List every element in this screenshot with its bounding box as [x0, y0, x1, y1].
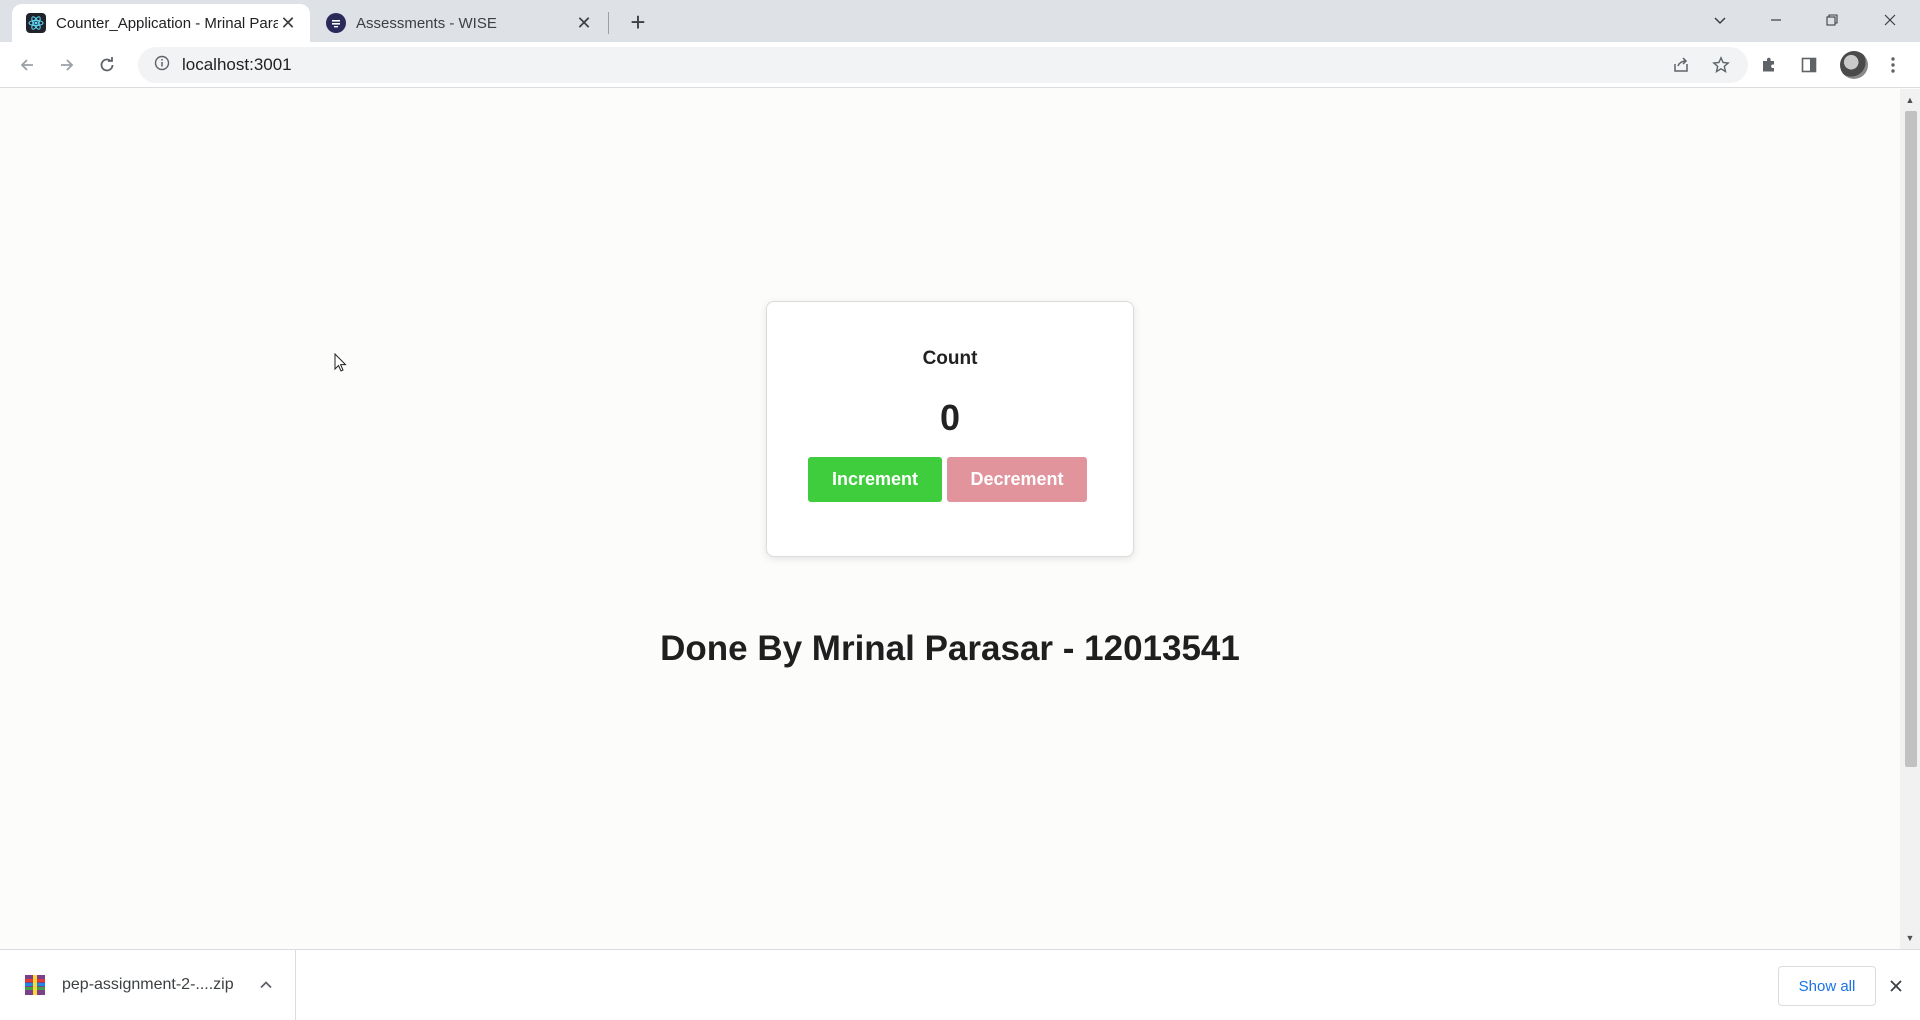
new-tab-button[interactable]: + — [624, 8, 652, 36]
show-all-button[interactable]: Show all — [1778, 966, 1876, 1006]
vertical-scrollbar[interactable]: ▲ ▼ — [1900, 89, 1920, 949]
chevron-up-icon[interactable] — [251, 970, 281, 1000]
profile-avatar[interactable] — [1840, 51, 1868, 79]
credit-heading: Done By Mrinal Parasar - 12013541 — [660, 629, 1240, 668]
extensions-puzzle-icon[interactable] — [1754, 50, 1784, 80]
share-icon[interactable] — [1666, 50, 1696, 80]
side-panel-icon[interactable] — [1794, 50, 1824, 80]
forward-arrow-icon[interactable] — [52, 50, 82, 80]
mouse-cursor-icon — [334, 352, 348, 378]
tab-title: Counter_Application - Mrinal Parasar — [56, 14, 278, 32]
tab-search-icon[interactable] — [1700, 4, 1740, 36]
increment-button[interactable]: Increment — [808, 457, 942, 502]
count-value: 0 — [939, 397, 961, 438]
browser-toolbar: localhost:3001 — [0, 42, 1920, 88]
back-arrow-icon[interactable] — [12, 50, 42, 80]
restore-icon[interactable] — [1812, 4, 1852, 36]
tab-counter-application[interactable]: Counter_Application - Mrinal Parasar ✕ — [12, 4, 310, 42]
wise-icon — [326, 13, 346, 33]
tab-strip: Counter_Application - Mrinal Parasar ✕ A… — [0, 0, 1920, 42]
close-icon[interactable]: ✕ — [278, 13, 298, 33]
decrement-button[interactable]: Decrement — [947, 457, 1087, 502]
react-icon — [26, 13, 46, 33]
tab-assessments-wise[interactable]: Assessments - WISE ✕ — [312, 4, 606, 42]
count-label: Count — [922, 348, 978, 369]
scroll-up-icon[interactable]: ▲ — [1904, 95, 1916, 105]
download-file-name: pep-assignment-2-....zip — [62, 976, 234, 993]
url-text: localhost:3001 — [182, 55, 292, 74]
address-bar[interactable]: localhost:3001 — [138, 47, 1748, 83]
close-window-icon[interactable] — [1870, 4, 1910, 36]
scroll-thumb[interactable] — [1905, 111, 1917, 767]
reload-icon[interactable] — [92, 50, 122, 80]
menu-kebab-icon[interactable] — [1878, 50, 1908, 80]
scroll-down-icon[interactable]: ▼ — [1904, 933, 1916, 943]
download-item[interactable]: pep-assignment-2-....zip — [0, 950, 296, 1020]
tab-separator — [608, 12, 609, 34]
download-bar: pep-assignment-2-....zip Show all — [0, 949, 1920, 1020]
counter-card: Count 0 Increment Decrement — [766, 301, 1134, 557]
close-icon[interactable] — [1882, 972, 1910, 1000]
minimize-icon[interactable] — [1756, 4, 1796, 36]
page-viewport: Count 0 Increment Decrement Done By Mrin… — [0, 89, 1900, 949]
bookmark-star-icon[interactable] — [1706, 50, 1736, 80]
close-icon[interactable]: ✕ — [574, 13, 594, 33]
browser-window: Counter_Application - Mrinal Parasar ✕ A… — [0, 0, 1920, 1020]
zip-archive-icon — [24, 974, 46, 996]
tab-title: Assessments - WISE — [356, 14, 497, 32]
info-icon[interactable] — [154, 55, 170, 76]
